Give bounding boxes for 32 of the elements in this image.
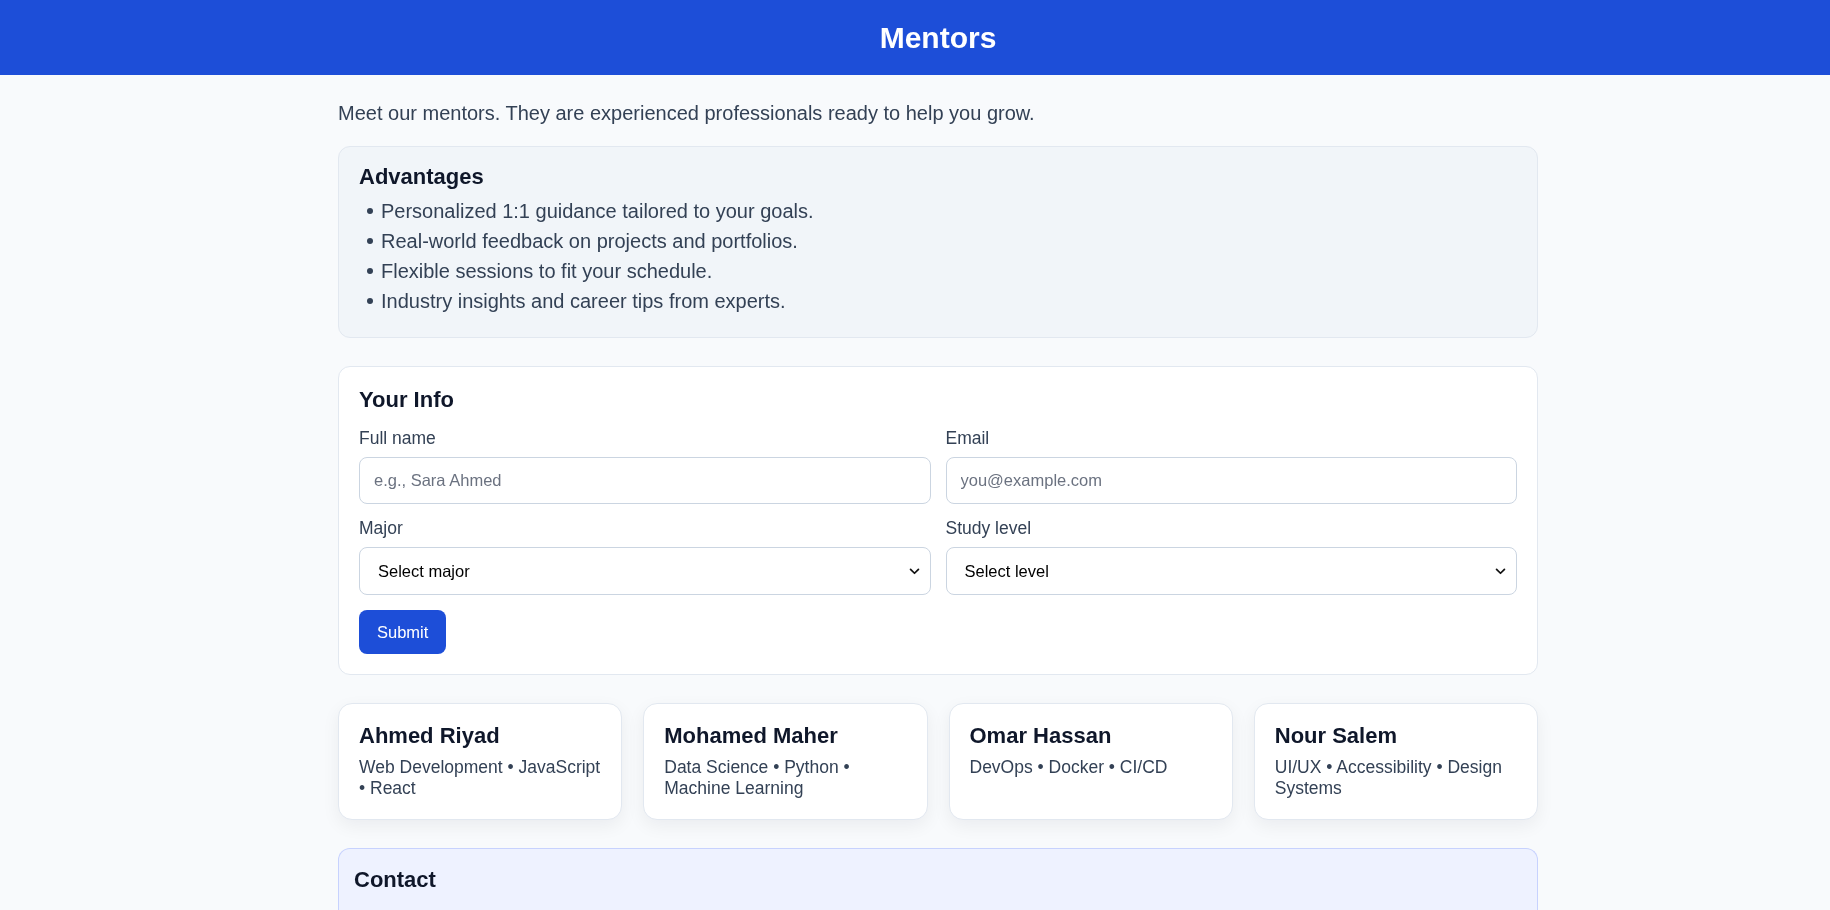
field-label: Study level bbox=[945, 518, 1032, 538]
mentor-name: Nour Salem bbox=[1274, 723, 1398, 749]
full-name-input[interactable]: e.g., Sara Ahmed bbox=[359, 457, 931, 504]
chevron-down-icon bbox=[1495, 567, 1506, 575]
advantage-item: Personalized 1:1 guidance tailored to your goals. bbox=[381, 199, 814, 223]
contact-heading: Contact bbox=[354, 867, 437, 893]
bullet-icon bbox=[367, 298, 373, 304]
field-label: Full name bbox=[359, 428, 436, 448]
advantage-item: Industry insights and career tips from experts. bbox=[381, 289, 786, 313]
advantage-item: Flexible sessions to fit your schedule. bbox=[381, 259, 713, 283]
bullet-icon bbox=[367, 268, 373, 274]
mentor-skills: Data Science • Python • Machine Learning bbox=[664, 757, 851, 799]
bullet-icon bbox=[367, 208, 373, 214]
advantage-item: Real-world feedback on projects and portfolios. bbox=[381, 229, 798, 253]
advantages-heading: Advantages bbox=[359, 164, 485, 190]
page-title: Mentors bbox=[879, 19, 997, 56]
submit-button[interactable]: Submit bbox=[359, 610, 447, 654]
email-input[interactable]: you@example.com bbox=[945, 457, 1517, 504]
chevron-down-icon bbox=[908, 567, 920, 575]
study-level-select[interactable]: Select level bbox=[945, 547, 1517, 595]
mentor-skills: Web Development • JavaScript • React bbox=[359, 757, 602, 799]
mentor-skills: DevOps • Docker • CI/CD bbox=[969, 757, 1169, 778]
mentor-skills: UI/UX • Accessibility • Design Systems bbox=[1274, 757, 1503, 799]
mentor-name: Mohamed Maher bbox=[664, 723, 839, 749]
bullet-icon bbox=[367, 238, 373, 244]
mentor-name: Ahmed Riyad bbox=[359, 723, 501, 749]
mentor-name: Omar Hassan bbox=[969, 723, 1113, 749]
major-select[interactable]: Select major bbox=[359, 547, 931, 595]
form-heading: Your Info bbox=[359, 387, 455, 413]
field-label: Email bbox=[945, 428, 990, 448]
intro-text: Meet our mentors. They are experienced professionals ready to help you grow. bbox=[338, 101, 1036, 125]
field-label: Major bbox=[359, 518, 403, 538]
